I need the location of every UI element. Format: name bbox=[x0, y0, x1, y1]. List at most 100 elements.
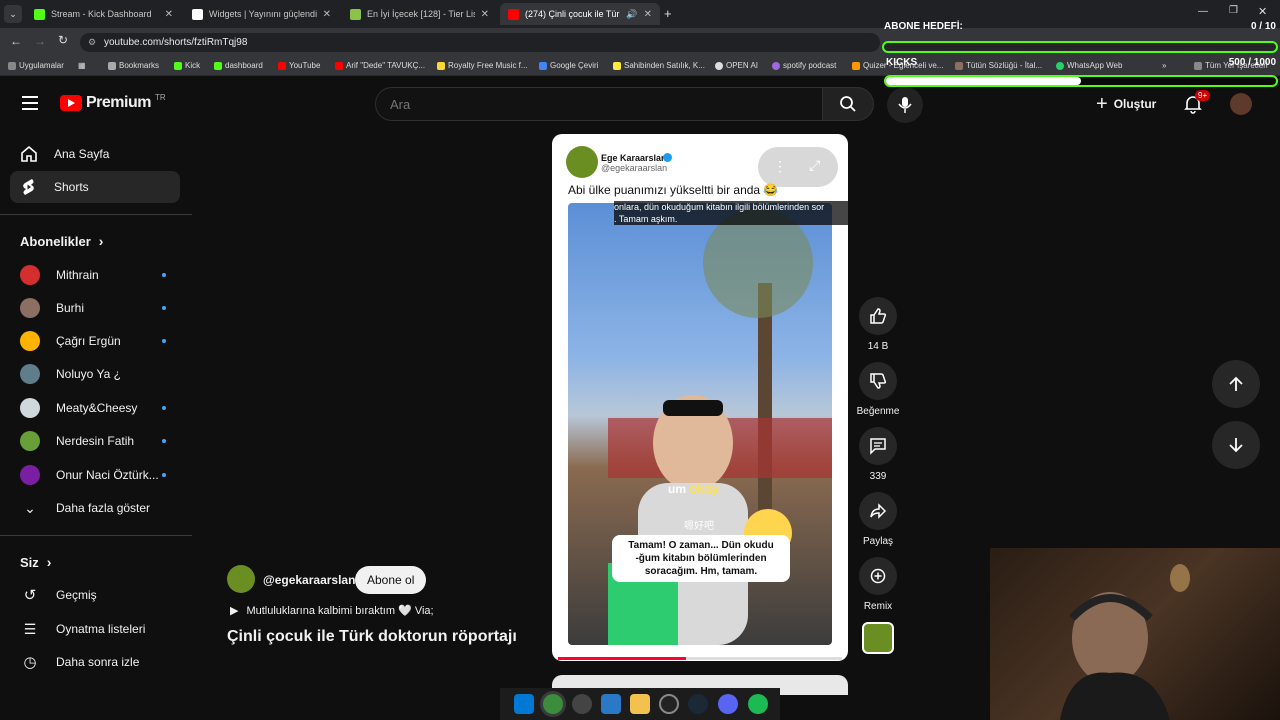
you-heading[interactable]: Siz › bbox=[20, 554, 51, 570]
sidebar-item-nerdesin[interactable]: Nerdesin Fatih bbox=[10, 426, 180, 456]
notifications-button[interactable]: 9+ bbox=[1183, 90, 1211, 116]
more-options-icon[interactable]: ⋮ bbox=[773, 158, 787, 175]
video-progress-track[interactable] bbox=[558, 657, 842, 660]
dislike-icon bbox=[870, 373, 887, 389]
next-short-button[interactable] bbox=[1212, 421, 1260, 469]
search-input[interactable] bbox=[376, 88, 822, 120]
player-controls: ⋮ ⤢ bbox=[758, 147, 838, 187]
caption-line: onlara, dün okuduğum kitabın ilgili bölü… bbox=[614, 202, 825, 212]
channel-name[interactable]: @egekaraarslan bbox=[263, 573, 355, 587]
avatar bbox=[20, 398, 40, 418]
bookmark-apps[interactable]: Uygulamalar bbox=[8, 61, 64, 70]
subscriptions-heading[interactable]: Abonelikler › bbox=[20, 233, 103, 249]
restore-icon[interactable]: ❐ bbox=[1229, 5, 1238, 16]
show-more-button[interactable]: ⌄ Daha fazla göster bbox=[10, 493, 180, 523]
url-bar[interactable]: ⚙ youtube.com/shorts/fztiRmTqj98 bbox=[80, 33, 880, 52]
tweet-text: Abi ülke puanımızı yükseltti bir anda 😂 bbox=[568, 183, 779, 197]
caption-line: . Tamam aşkım. bbox=[614, 214, 678, 224]
bookmark-openai[interactable]: OPEN AI bbox=[715, 61, 758, 70]
audio-icon[interactable]: 🔊 bbox=[626, 9, 637, 20]
comment-button[interactable]: 339 bbox=[858, 427, 898, 482]
forward-icon[interactable]: → bbox=[34, 34, 46, 48]
bookmark-bookmarks[interactable]: Bookmarks bbox=[108, 61, 159, 70]
notification-badge: 9+ bbox=[1195, 90, 1211, 101]
reload-icon[interactable]: ↻ bbox=[58, 33, 68, 47]
previous-short-button[interactable] bbox=[1212, 360, 1260, 408]
bookmark-youtube[interactable]: YouTube bbox=[278, 61, 320, 70]
voice-search-button[interactable] bbox=[887, 87, 923, 123]
sidebar-item-playlists[interactable]: ☰ Oynatma listeleri bbox=[10, 614, 180, 644]
bookmark-royalty[interactable]: Royalty Free Music f... bbox=[437, 61, 528, 70]
new-tab-button[interactable]: + bbox=[664, 6, 672, 21]
triangle-icon bbox=[437, 61, 445, 70]
obs-icon[interactable] bbox=[659, 694, 679, 714]
store-icon[interactable] bbox=[601, 694, 621, 714]
like-button[interactable]: 14 B bbox=[858, 297, 898, 352]
subscribe-button[interactable]: Abone ol bbox=[355, 566, 427, 594]
browser-tab-youtube[interactable]: (274) Çinli çocuk ile Türk do 🔊 ✕ bbox=[500, 3, 660, 25]
remix-button[interactable]: Remix bbox=[858, 557, 898, 612]
browser-tab-widgets[interactable]: Widgets | Yayınını güçlendirmek ✕ bbox=[184, 3, 339, 25]
short-title[interactable]: Çinli çocuk ile Türk doktorun röportajı bbox=[227, 628, 517, 646]
create-button[interactable]: + Oluştur bbox=[1088, 88, 1174, 120]
menu-icon[interactable] bbox=[22, 96, 38, 110]
sidebar-item-shorts[interactable]: Shorts bbox=[10, 171, 180, 203]
sidebar-item-meaty[interactable]: Meaty&Cheesy bbox=[10, 393, 180, 423]
bookmark-spotify[interactable]: spotify podcast bbox=[772, 61, 836, 70]
share-button[interactable]: Paylaş bbox=[858, 492, 898, 547]
close-icon[interactable]: ✕ bbox=[644, 9, 652, 20]
bookmark-label: Kick bbox=[185, 61, 201, 70]
dislike-button[interactable]: Beğenme bbox=[857, 362, 899, 417]
channel-avatar[interactable] bbox=[227, 565, 255, 593]
sidebar-item-burhi[interactable]: Burhi bbox=[10, 293, 180, 323]
browser-tab-tierlist[interactable]: En İyi İçecek [128] - Tier List, Bi ✕ bbox=[342, 3, 497, 25]
fullscreen-icon[interactable]: ⤢ bbox=[809, 157, 820, 174]
search-box[interactable] bbox=[375, 87, 823, 121]
tab-search-icon[interactable]: ⌄ bbox=[4, 5, 22, 23]
bookmark-label: Arif "Dede" TAVUKÇ... bbox=[346, 61, 426, 70]
windows-start-icon[interactable] bbox=[514, 694, 534, 714]
sidebar-item-onur[interactable]: Onur Naci Öztürk... bbox=[10, 460, 180, 490]
chrome-icon[interactable] bbox=[543, 694, 563, 714]
close-icon[interactable]: ✕ bbox=[323, 9, 331, 20]
spotify-icon[interactable] bbox=[748, 694, 768, 714]
close-window-icon[interactable]: ✕ bbox=[1258, 5, 1267, 18]
sound-thumbnail[interactable] bbox=[862, 622, 894, 654]
grid-icon[interactable]: ▦ bbox=[78, 61, 86, 70]
bookmark-dashboard[interactable]: dashboard bbox=[214, 61, 263, 70]
close-icon[interactable]: ✕ bbox=[481, 9, 489, 20]
steam-icon[interactable] bbox=[688, 694, 708, 714]
folder-icon[interactable] bbox=[630, 694, 650, 714]
sidebar-divider bbox=[0, 214, 192, 215]
youtube-icon bbox=[335, 61, 343, 70]
sidebar-item-home[interactable]: Ana Sayfa bbox=[10, 138, 180, 170]
bookmark-arif[interactable]: Arif "Dede" TAVUKÇ... bbox=[335, 61, 425, 70]
share-icon bbox=[870, 503, 887, 519]
action-label: 339 bbox=[869, 471, 887, 482]
new-content-dot bbox=[162, 273, 166, 277]
account-avatar[interactable] bbox=[1230, 93, 1252, 115]
short-description: Mutluluklarına kalbimi bıraktım 🤍 Via; bbox=[246, 605, 434, 617]
bookmark-sahibinden[interactable]: Sahibinden Satılık, K... bbox=[613, 61, 705, 70]
close-icon[interactable]: ✕ bbox=[165, 9, 173, 20]
bookmark-kick[interactable]: Kick bbox=[174, 61, 200, 70]
back-icon[interactable]: ← bbox=[10, 34, 22, 48]
avatar bbox=[20, 331, 40, 351]
avatar bbox=[20, 431, 40, 451]
sidebar-item-watch-later[interactable]: ◷ Daha sonra izle bbox=[10, 647, 180, 677]
sidebar-item-noluyo[interactable]: Noluyo Ya ¿ bbox=[10, 359, 180, 389]
site-info-icon[interactable]: ⚙ bbox=[88, 33, 96, 52]
kicks-count: 500 / 1000 bbox=[1228, 57, 1276, 68]
browser-tab-kick[interactable]: Stream - Kick Dashboard ✕ bbox=[26, 3, 181, 25]
app-icon[interactable] bbox=[572, 694, 592, 714]
description-row: ▶ Mutluluklarına kalbimi bıraktım 🤍 Via; bbox=[230, 604, 434, 617]
bookmark-translate[interactable]: Google Çeviri bbox=[539, 61, 598, 70]
sidebar-item-history[interactable]: ↺ Geçmiş bbox=[10, 580, 180, 610]
youtube-logo[interactable]: Premium TR bbox=[60, 93, 166, 112]
discord-icon[interactable] bbox=[718, 694, 738, 714]
minimize-icon[interactable]: — bbox=[1198, 6, 1208, 17]
history-icon: ↺ bbox=[23, 587, 37, 604]
sidebar-item-mithrain[interactable]: Mithrain bbox=[10, 260, 180, 290]
sidebar-item-cagri[interactable]: Çağrı Ergün bbox=[10, 326, 180, 356]
search-button[interactable] bbox=[822, 87, 874, 121]
